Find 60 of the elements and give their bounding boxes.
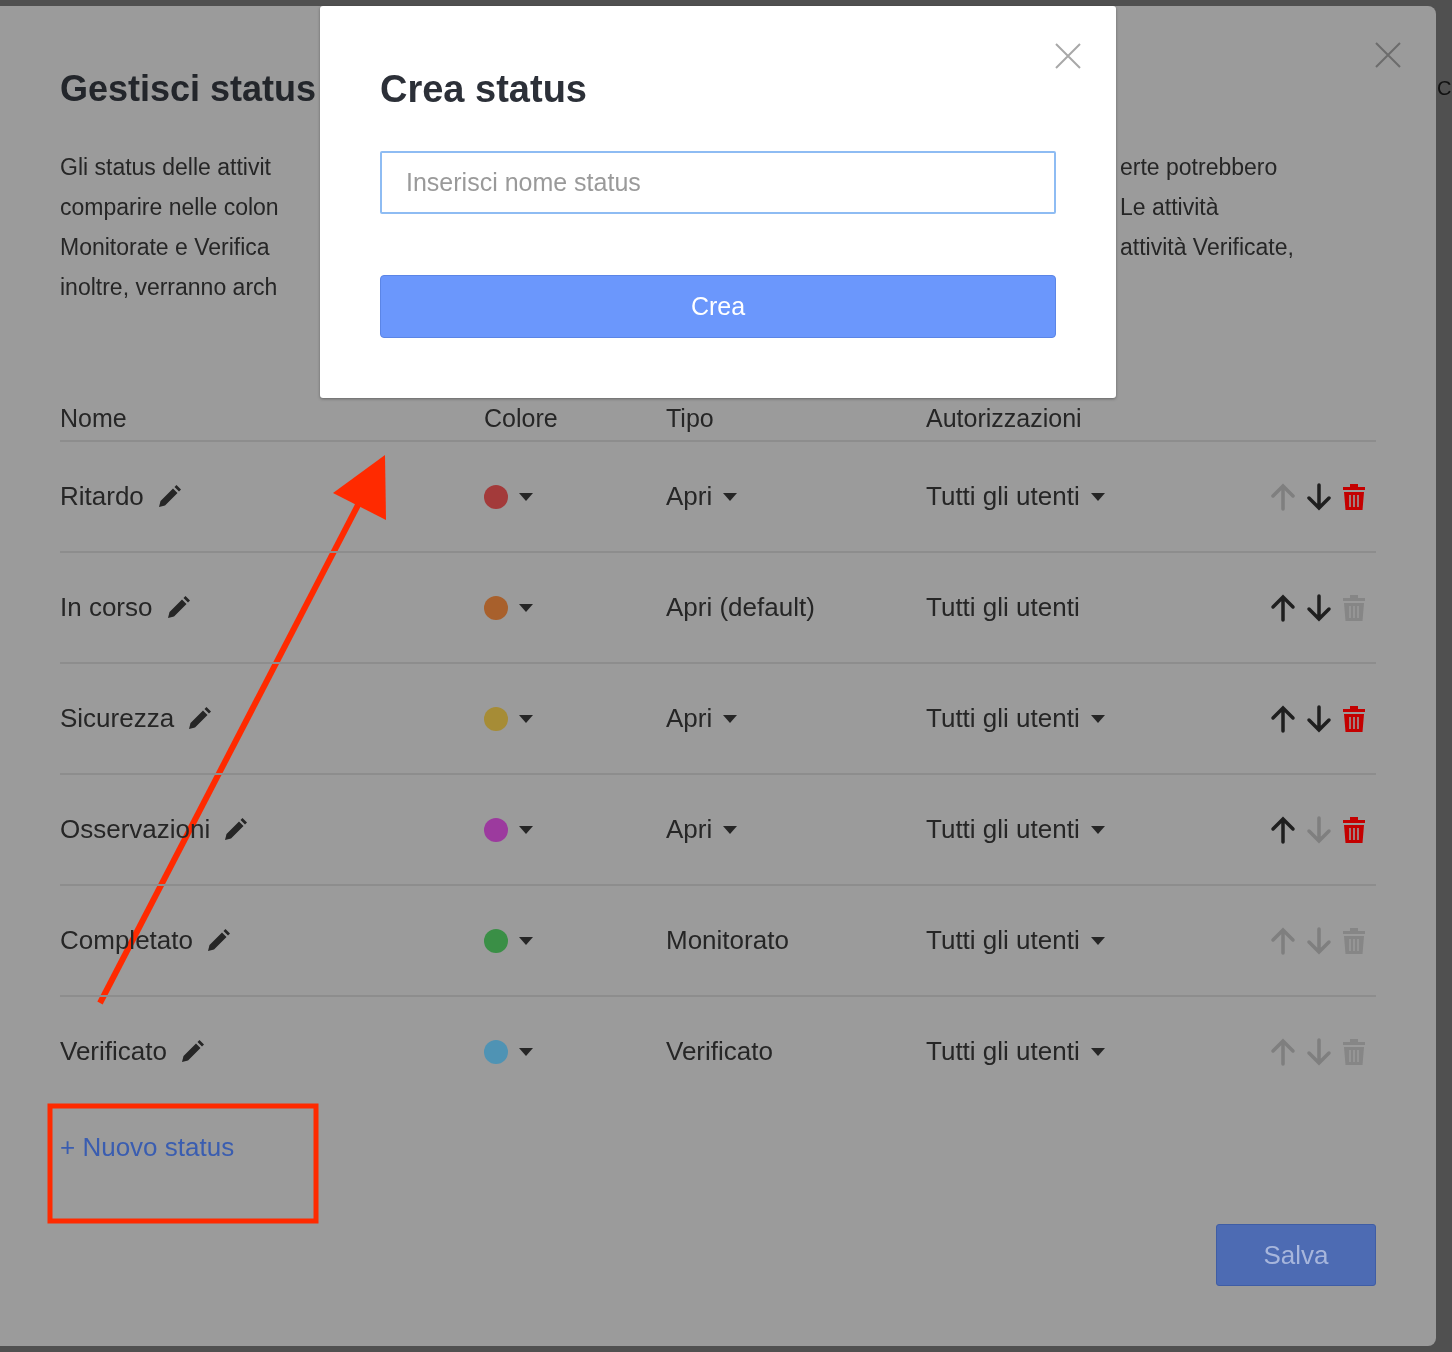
color-dropdown[interactable] bbox=[484, 706, 534, 731]
status-name: In corso bbox=[60, 592, 153, 623]
permissions-dropdown[interactable]: Tutti gli utenti bbox=[926, 703, 1106, 734]
create-button[interactable]: Crea bbox=[380, 275, 1056, 338]
description-text: erte potrebbero bbox=[1120, 153, 1278, 182]
type-dropdown[interactable]: Apri bbox=[666, 703, 739, 734]
page-text: C bbox=[1437, 76, 1452, 101]
caret-icon bbox=[1089, 491, 1106, 502]
caret-icon bbox=[518, 602, 534, 613]
type-text: Apri (default) bbox=[666, 592, 815, 623]
caret-icon bbox=[1089, 935, 1106, 946]
column-header: Autorizzazioni bbox=[926, 404, 1082, 432]
color-dropdown[interactable] bbox=[484, 595, 534, 620]
description-text: inoltre, verranno arch bbox=[60, 273, 278, 302]
color-dropdown[interactable] bbox=[484, 1039, 534, 1064]
arrow-down-icon[interactable] bbox=[1306, 482, 1332, 511]
caret-icon bbox=[1089, 824, 1106, 835]
dialog-title: Crea status bbox=[380, 67, 588, 112]
type-text: Monitorato bbox=[666, 925, 789, 956]
type-dropdown[interactable]: Apri bbox=[666, 481, 739, 512]
description-text: Le attività bbox=[1120, 193, 1219, 222]
caret-icon bbox=[518, 824, 534, 835]
pencil-icon[interactable] bbox=[186, 705, 213, 732]
description-text: Monitorate e Verifica bbox=[60, 233, 270, 262]
permissions-dropdown[interactable]: Tutti gli utenti bbox=[926, 925, 1106, 956]
arrow-down-icon[interactable] bbox=[1306, 593, 1332, 622]
caret-icon bbox=[518, 713, 534, 724]
status-name: Ritardo bbox=[60, 481, 144, 512]
input-field[interactable]: Inserisci nome status bbox=[380, 151, 1056, 214]
caret-icon bbox=[1089, 1046, 1106, 1057]
type-dropdown[interactable]: Apri bbox=[666, 814, 739, 845]
color-dropdown[interactable] bbox=[484, 928, 534, 953]
description-text: attività Verificate, bbox=[1120, 233, 1294, 262]
caret-icon bbox=[518, 491, 534, 502]
color-dropdown[interactable] bbox=[484, 817, 534, 842]
permissions-dropdown[interactable]: Tutti gli utenti bbox=[926, 481, 1106, 512]
dialog-title: Gestisci status bbox=[60, 67, 317, 111]
permissions-dropdown[interactable]: Tutti gli utenti bbox=[926, 814, 1106, 845]
caret-icon bbox=[722, 713, 739, 724]
description-text: comparire nelle colon bbox=[60, 193, 279, 222]
status-name: Verificato bbox=[60, 1036, 167, 1067]
permissions-text: Tutti gli utenti bbox=[926, 592, 1080, 623]
caret-icon bbox=[722, 491, 739, 502]
permissions-dropdown[interactable]: Tutti gli utenti bbox=[926, 1036, 1106, 1067]
pencil-icon[interactable] bbox=[222, 816, 249, 843]
column-header: Colore bbox=[484, 404, 558, 432]
arrow-down-icon[interactable] bbox=[1306, 704, 1332, 733]
color-dropdown[interactable] bbox=[484, 484, 534, 509]
column-header: Tipo bbox=[666, 404, 714, 432]
type-text: Verificato bbox=[666, 1036, 773, 1067]
arrow-up-icon[interactable] bbox=[1270, 593, 1296, 622]
status-name: Sicurezza bbox=[60, 703, 175, 734]
description-text: Gli status delle attivit bbox=[60, 153, 271, 182]
arrow-up-icon[interactable] bbox=[1270, 815, 1296, 844]
caret-icon bbox=[722, 824, 739, 835]
caret-icon bbox=[518, 1046, 534, 1057]
column-header: Nome bbox=[60, 404, 127, 432]
caret-icon bbox=[1089, 713, 1106, 724]
arrow-up-icon[interactable] bbox=[1270, 704, 1296, 733]
caret-icon bbox=[518, 935, 534, 946]
